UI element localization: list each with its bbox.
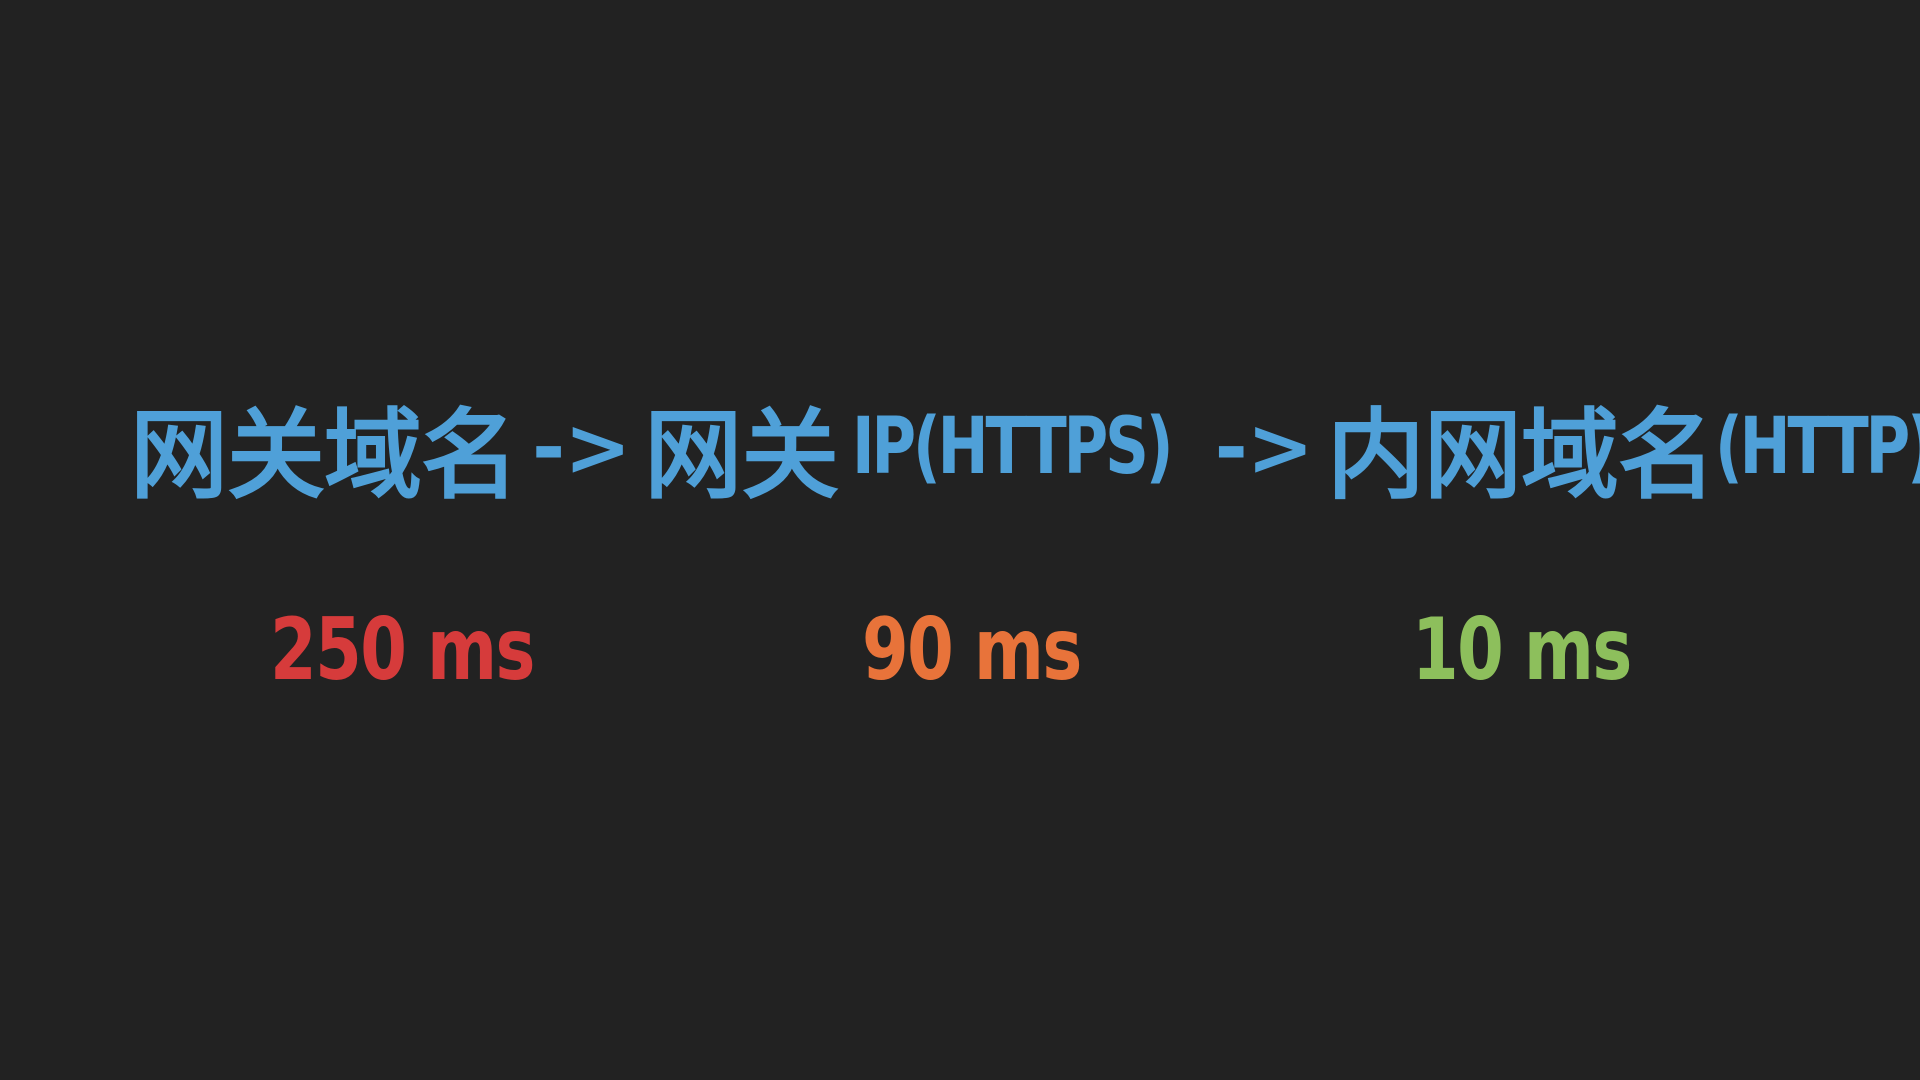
- slide: 网关域名 -> 网关 IP(HTTPS) -> 内网域名 (HTTP) 250 …: [0, 0, 1920, 1080]
- timing-250ms: 250 ms: [270, 600, 535, 700]
- gateway-domain-text: 网关域名: [130, 399, 519, 513]
- intranet-http-text: (HTTP): [1714, 402, 1920, 492]
- intranet-domain-text: 内网域名: [1326, 399, 1716, 513]
- timing-10ms: 10 ms: [1412, 600, 1632, 700]
- gateway-ip-https-text: IP(HTTPS): [852, 402, 1174, 492]
- timing-90ms: 90 ms: [862, 600, 1082, 700]
- gateway-text: 网关: [644, 399, 839, 513]
- arrow-1: ->: [532, 400, 631, 494]
- flow-heading: 网关域名 -> 网关 IP(HTTPS) -> 内网域名 (HTTP): [130, 392, 1920, 513]
- arrow-2: ->: [1214, 400, 1314, 494]
